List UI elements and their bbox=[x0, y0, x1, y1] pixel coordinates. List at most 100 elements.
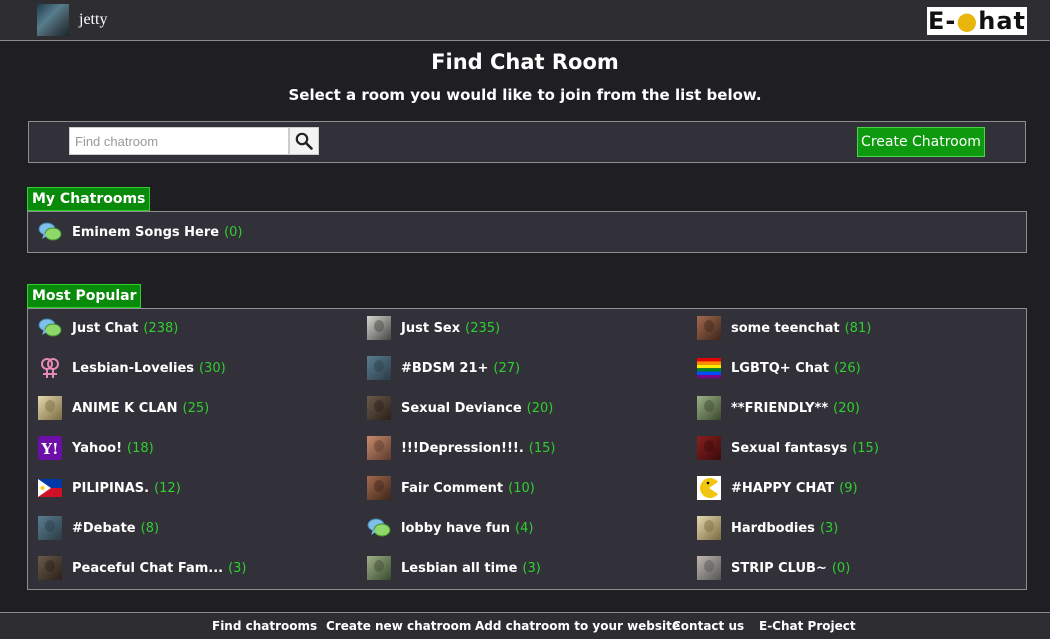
popular-room-item[interactable]: #BDSM 21+ (27) bbox=[367, 355, 520, 381]
my-chatrooms-label: My Chatrooms bbox=[27, 187, 151, 211]
photo-thumb-icon bbox=[697, 436, 721, 460]
popular-room-item[interactable]: Sexual Deviance (20) bbox=[367, 395, 553, 421]
popular-room-item[interactable]: #Debate (8) bbox=[38, 515, 159, 541]
popular-room-item[interactable]: Just Sex (235) bbox=[367, 315, 500, 341]
my-chatroom-item[interactable]: Eminem Songs Here (0) bbox=[38, 219, 243, 245]
room-name[interactable]: lobby have fun bbox=[401, 521, 510, 536]
create-chatroom-button[interactable]: Create Chatroom bbox=[857, 127, 985, 157]
popular-room-item[interactable]: **FRIENDLY** (20) bbox=[697, 395, 860, 421]
logo-text-right: hat bbox=[978, 7, 1027, 35]
room-user-count: (81) bbox=[844, 320, 872, 336]
room-name[interactable]: !!!Depression!!!. bbox=[401, 441, 524, 456]
room-user-count: (238) bbox=[143, 320, 179, 336]
most-popular-list: Just Chat (238) Just Sex (235) some teenchat… bbox=[27, 308, 1027, 590]
room-user-count: (9) bbox=[839, 480, 858, 496]
room-name[interactable]: LGBTQ+ Chat bbox=[731, 361, 829, 376]
double-female-icon bbox=[38, 356, 62, 380]
pacman-icon bbox=[697, 476, 721, 500]
search-toolbar: Create Chatroom bbox=[28, 121, 1026, 163]
footer-link-add-chatroom[interactable]: Add chatroom to your website bbox=[475, 619, 680, 633]
room-name[interactable]: Just Sex bbox=[401, 321, 460, 336]
room-name[interactable]: ANIME K CLAN bbox=[72, 401, 178, 416]
photo-thumb-icon bbox=[367, 316, 391, 340]
popular-room-item[interactable]: Just Chat (238) bbox=[38, 315, 178, 341]
room-name[interactable]: Peaceful Chat Fam... bbox=[72, 561, 223, 576]
footer-link-contact-us[interactable]: Contact us bbox=[672, 619, 744, 633]
popular-room-item[interactable]: Lesbian-Lovelies (30) bbox=[38, 355, 226, 381]
room-user-count: (27) bbox=[493, 360, 521, 376]
photo-thumb-icon bbox=[38, 516, 62, 540]
room-name[interactable]: Eminem Songs Here bbox=[72, 225, 219, 240]
room-user-count: (15) bbox=[852, 440, 879, 456]
room-user-count: (3) bbox=[522, 560, 541, 576]
popular-room-item[interactable]: #HAPPY CHAT (9) bbox=[697, 475, 858, 501]
room-user-count: (10) bbox=[508, 480, 535, 496]
photo-thumb-icon bbox=[367, 556, 391, 580]
chat-bubbles-icon bbox=[38, 316, 62, 340]
search-button[interactable] bbox=[289, 127, 319, 155]
popular-room-item[interactable]: Hardbodies (3) bbox=[697, 515, 838, 541]
popular-room-item[interactable]: Peaceful Chat Fam... (3) bbox=[38, 555, 247, 581]
popular-room-item[interactable]: Y! Yahoo! (18) bbox=[38, 435, 154, 461]
footer-link-echat-project[interactable]: E-Chat Project bbox=[759, 619, 856, 633]
photo-thumb-icon bbox=[697, 316, 721, 340]
footer-link-find-chatrooms[interactable]: Find chatrooms bbox=[212, 619, 317, 633]
room-name[interactable]: STRIP CLUB~ bbox=[731, 561, 827, 576]
room-user-count: (26) bbox=[833, 360, 861, 376]
room-name[interactable]: Sexual Deviance bbox=[401, 401, 522, 416]
room-user-count: (0) bbox=[831, 560, 851, 576]
room-name[interactable]: Yahoo! bbox=[72, 441, 122, 456]
popular-room-item[interactable]: LGBTQ+ Chat (26) bbox=[697, 355, 861, 381]
photo-thumb-icon bbox=[697, 516, 721, 540]
room-user-count: (30) bbox=[199, 360, 226, 376]
room-name[interactable]: Fair Comment bbox=[401, 481, 503, 496]
photo-thumb-icon bbox=[38, 556, 62, 580]
room-name[interactable]: Lesbian-Lovelies bbox=[72, 361, 194, 376]
room-user-count: (235) bbox=[465, 320, 501, 336]
popular-room-item[interactable]: lobby have fun (4) bbox=[367, 515, 533, 541]
room-name[interactable]: Just Chat bbox=[72, 321, 138, 336]
popular-room-item[interactable]: Sexual fantasys (15) bbox=[697, 435, 879, 461]
room-name[interactable]: **FRIENDLY** bbox=[731, 401, 828, 416]
username[interactable]: jetty bbox=[79, 11, 107, 29]
popular-room-item[interactable]: !!!Depression!!!. (15) bbox=[367, 435, 555, 461]
room-user-count: (8) bbox=[140, 520, 160, 536]
e-chat-logo[interactable]: E-●hat bbox=[927, 7, 1027, 35]
room-user-count: (3) bbox=[228, 560, 247, 576]
rainbow-flag-icon bbox=[697, 356, 721, 380]
room-user-count: (12) bbox=[154, 480, 181, 496]
top-bar: jetty E-●hat bbox=[0, 0, 1050, 41]
search-icon bbox=[295, 132, 313, 150]
photo-thumb-icon bbox=[38, 396, 62, 420]
philippines-flag-icon bbox=[38, 476, 62, 500]
user-avatar[interactable] bbox=[37, 4, 69, 36]
room-name[interactable]: Hardbodies bbox=[731, 521, 815, 536]
svg-text:Y!: Y! bbox=[40, 440, 58, 458]
search-input[interactable] bbox=[69, 127, 289, 155]
popular-room-item[interactable]: Lesbian all time (3) bbox=[367, 555, 541, 581]
room-user-count: (25) bbox=[182, 400, 210, 416]
photo-thumb-icon bbox=[367, 356, 391, 380]
room-name[interactable]: PILIPINAS. bbox=[72, 481, 149, 496]
photo-thumb-icon bbox=[697, 556, 721, 580]
room-user-count: (20) bbox=[526, 400, 554, 416]
room-name[interactable]: #HAPPY CHAT bbox=[731, 481, 834, 496]
popular-room-item[interactable]: ANIME K CLAN (25) bbox=[38, 395, 209, 421]
yahoo-logo-icon: Y! bbox=[38, 436, 62, 460]
photo-thumb-icon bbox=[367, 396, 391, 420]
footer-link-create-chatroom[interactable]: Create new chatroom bbox=[326, 619, 471, 633]
room-name[interactable]: #Debate bbox=[72, 521, 136, 536]
room-name[interactable]: #BDSM 21+ bbox=[401, 361, 488, 376]
my-chatrooms-list: Eminem Songs Here (0) bbox=[27, 211, 1027, 253]
room-name[interactable]: Sexual fantasys bbox=[731, 441, 847, 456]
room-name[interactable]: some teenchat bbox=[731, 321, 840, 336]
popular-room-item[interactable]: STRIP CLUB~ (0) bbox=[697, 555, 850, 581]
most-popular-label: Most Popular bbox=[27, 284, 142, 308]
footer: Find chatrooms Create new chatroom Add c… bbox=[0, 612, 1050, 639]
room-user-count: (4) bbox=[515, 520, 534, 536]
popular-room-item[interactable]: Fair Comment (10) bbox=[367, 475, 535, 501]
photo-thumb-icon bbox=[367, 476, 391, 500]
popular-room-item[interactable]: some teenchat (81) bbox=[697, 315, 871, 341]
room-name[interactable]: Lesbian all time bbox=[401, 561, 517, 576]
popular-room-item[interactable]: PILIPINAS. (12) bbox=[38, 475, 181, 501]
